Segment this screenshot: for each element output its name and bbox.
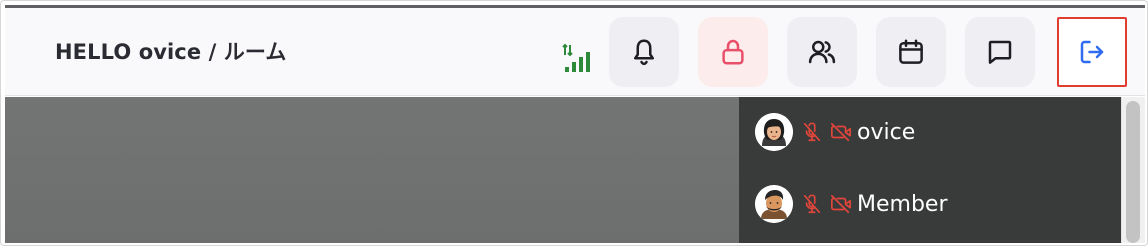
chat-button[interactable] [965, 17, 1035, 87]
camera-off-icon [831, 194, 851, 214]
avatar [755, 185, 793, 223]
member-row[interactable]: ovice [755, 112, 915, 152]
members-button[interactable] [787, 17, 857, 87]
mic-muted-icon [803, 194, 821, 214]
users-icon [808, 40, 836, 64]
avatar [755, 113, 793, 151]
camera-off-icon [831, 122, 851, 142]
signal-strength-icon [562, 43, 590, 72]
scrollbar-thumb[interactable] [1126, 101, 1140, 243]
avatar-male-icon [755, 185, 793, 223]
lock-icon [722, 39, 744, 65]
member-row[interactable]: Member [755, 184, 948, 224]
lock-room-button[interactable] [698, 17, 768, 87]
member-list-panel: ovice Member [739, 97, 1121, 243]
calendar-icon [899, 39, 923, 64]
exit-icon [1080, 40, 1104, 64]
header-bar: HELLO ovice / ルーム [5, 8, 1145, 96]
app-window: HELLO ovice / ルーム ovice Member [0, 0, 1148, 246]
room-title: HELLO ovice / ルーム [55, 40, 287, 64]
chat-icon [988, 40, 1012, 64]
notifications-button[interactable] [609, 17, 679, 87]
avatar-female-icon [755, 113, 793, 151]
member-name: ovice [857, 119, 916, 145]
member-name: Member [857, 191, 948, 217]
exit-button[interactable] [1057, 17, 1127, 87]
calendar-button[interactable] [876, 17, 946, 87]
bell-icon [634, 39, 654, 66]
mic-muted-icon [803, 122, 821, 142]
